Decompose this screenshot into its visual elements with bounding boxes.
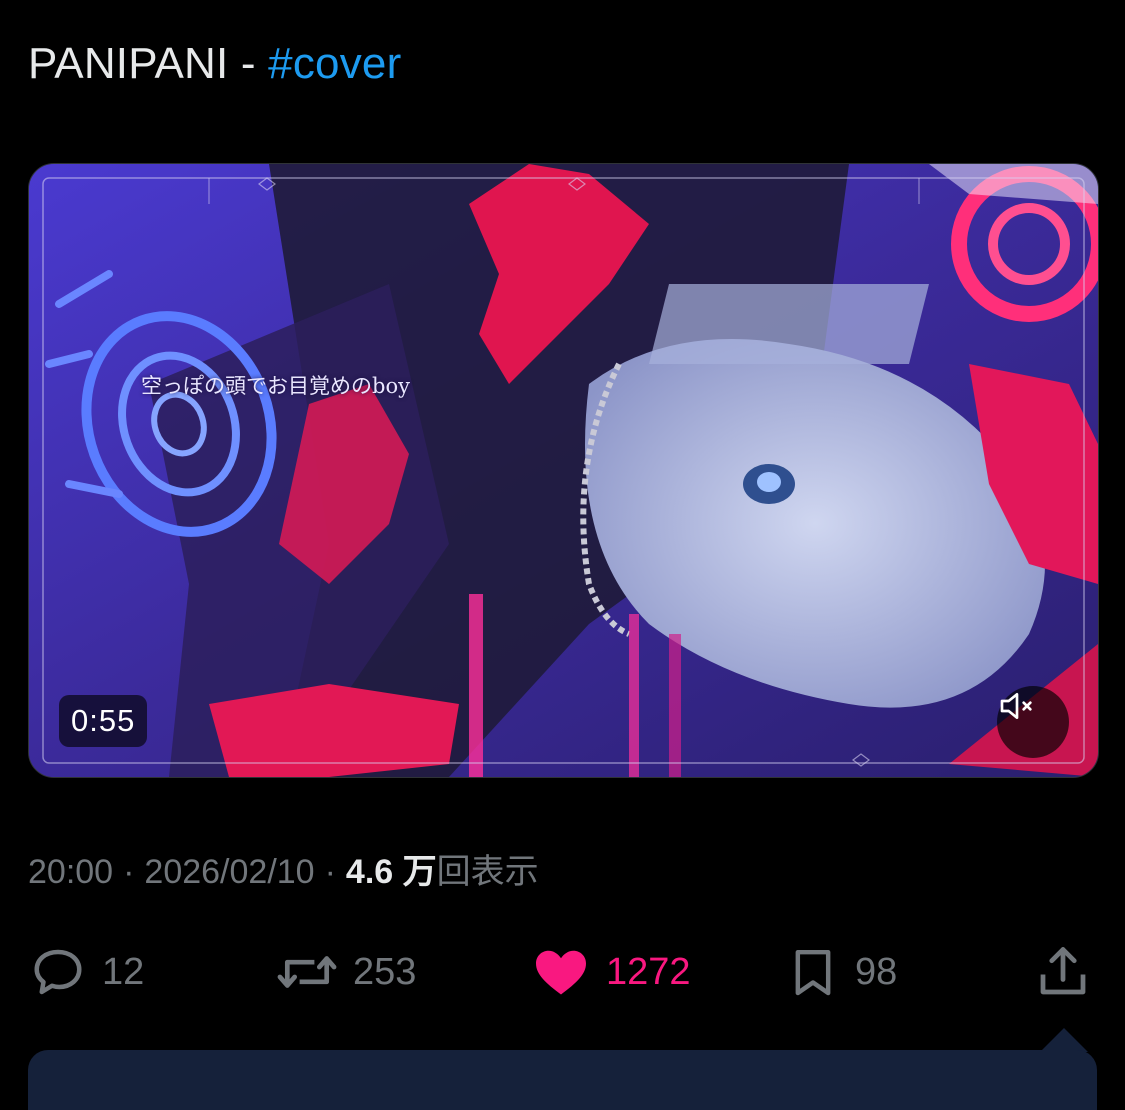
views-count[interactable]: 4.6 万: [346, 853, 437, 891]
tweet-meta: 20:00 · 2026/02/10 · 4.6 万回表示: [28, 850, 539, 894]
share-icon: [1040, 947, 1086, 995]
bookmark-count: 98: [855, 950, 898, 993]
heart-filled-icon: [536, 950, 586, 995]
reply-icon: [34, 949, 82, 995]
like-button[interactable]: 1272: [530, 930, 691, 1014]
reply-count: 12: [102, 950, 145, 993]
lyric-caption: 空っぽの頭でお目覚めのboy: [141, 374, 410, 398]
tweet-date[interactable]: 2026/02/10: [144, 853, 314, 891]
tweet-text: PANIPANI - #cover: [28, 36, 401, 92]
bookmark-icon: [795, 949, 831, 996]
tweet-title: PANIPANI -: [28, 39, 269, 88]
video-player[interactable]: 空っぽの頭でお目覚めのboy 0:55: [28, 163, 1099, 778]
reply-button[interactable]: 12: [28, 930, 144, 1014]
views-label: 回表示: [436, 853, 539, 891]
meta-separator: ·: [123, 853, 135, 891]
action-bar: 12 253 1272 98: [0, 930, 1125, 1014]
like-count: 1272: [606, 950, 691, 993]
repost-count: 253: [353, 950, 417, 993]
repost-button[interactable]: 253: [275, 930, 416, 1014]
tooltip-notch: [1040, 1028, 1088, 1052]
tweet-time[interactable]: 20:00: [28, 853, 113, 891]
share-button[interactable]: [1033, 930, 1093, 1014]
speaker-muted-icon: [1000, 693, 1032, 719]
mute-button[interactable]: [997, 686, 1069, 758]
repost-icon: [277, 956, 337, 988]
bookmark-button[interactable]: 98: [785, 930, 897, 1014]
hashtag-link[interactable]: #cover: [268, 39, 401, 88]
video-duration: 0:55: [59, 695, 148, 747]
meta-separator: ·: [324, 853, 336, 891]
bottom-panel: [28, 1050, 1097, 1110]
video-frame: [29, 164, 1098, 777]
